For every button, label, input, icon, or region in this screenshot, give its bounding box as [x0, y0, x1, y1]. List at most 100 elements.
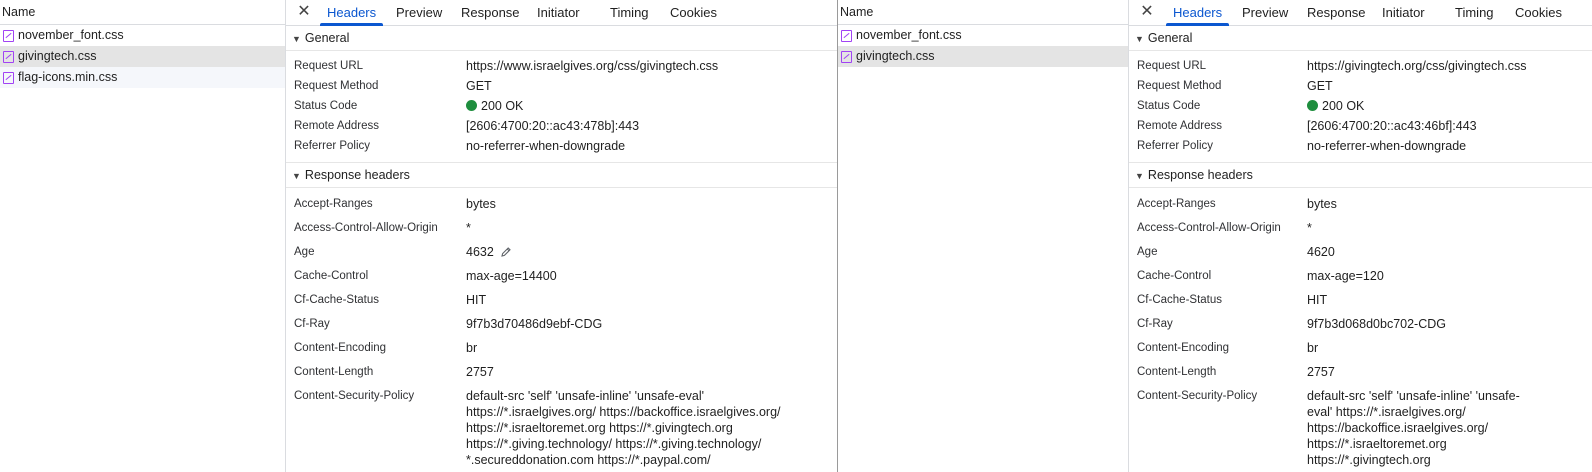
status-text: 200 OK: [1322, 99, 1365, 113]
header-row: Content-Length 2757: [1129, 362, 1592, 386]
header-row: Age 4620: [1129, 242, 1592, 266]
status-ok-icon: [466, 100, 477, 111]
request-list: Name november_font.css givingtech.css fl…: [0, 0, 286, 472]
header-row: Content-Security-Policy default-src 'self…: [1129, 386, 1592, 468]
tab-response[interactable]: Response: [1307, 0, 1366, 25]
header-name: Cf-Ray: [1137, 318, 1173, 330]
header-value: GET: [1307, 79, 1333, 93]
header-row: Content-Encoding br: [1129, 338, 1592, 362]
request-name: givingtech.css: [18, 49, 97, 63]
request-details-panel: ✕ Headers Preview Response Initiator Tim…: [286, 0, 837, 472]
header-row: Referrer Policy no-referrer-when-downgrad…: [1129, 136, 1592, 156]
css-file-icon: [3, 51, 14, 63]
header-value: max-age=120: [1307, 269, 1384, 283]
header-row: Status Code 200 OK: [1129, 96, 1592, 116]
header-value: 9f7b3d068d0bc702-CDG: [1307, 317, 1446, 331]
response-headers-section: Accept-Ranges bytes Access-Control-Allow-…: [1129, 188, 1592, 472]
header-row: Accept-Ranges bytes: [286, 194, 837, 218]
request-row-givingtech[interactable]: givingtech.css: [838, 46, 1128, 67]
header-name: Remote Address: [1137, 120, 1223, 132]
tab-timing[interactable]: Timing: [610, 0, 649, 25]
name-column-header[interactable]: Name: [838, 0, 1128, 25]
header-name: Content-Security-Policy: [294, 390, 415, 402]
header-row: Content-Security-Policy default-src 'self…: [286, 386, 837, 468]
right-devtools-pane: Name november_font.css givingtech.css ✕ …: [837, 0, 1592, 472]
request-name: november_font.css: [18, 28, 124, 42]
header-name: Remote Address: [294, 120, 380, 132]
age-value: 4632: [466, 242, 806, 262]
tab-headers[interactable]: Headers: [319, 0, 384, 26]
header-value: bytes: [1307, 197, 1337, 211]
header-value: bytes: [466, 197, 496, 211]
tab-initiator[interactable]: Initiator: [537, 0, 580, 25]
header-value: 2757: [466, 365, 494, 379]
header-name: Age: [1137, 246, 1158, 258]
close-icon[interactable]: ✕: [1137, 2, 1157, 22]
header-value: default-src 'self' 'unsafe-inline' 'unsa…: [1307, 389, 1520, 467]
tab-timing[interactable]: Timing: [1455, 0, 1494, 25]
header-name: Access-Control-Allow-Origin: [294, 222, 438, 234]
header-name: Request Method: [294, 80, 379, 92]
expand-triangle-icon: ▼: [292, 171, 301, 181]
section-title: Response headers: [1147, 168, 1253, 182]
header-name: Status Code: [1137, 100, 1201, 112]
header-name: Request URL: [1137, 60, 1207, 72]
status-code-value: 200 OK: [1307, 96, 1543, 114]
general-section-header[interactable]: ▼ General: [286, 26, 837, 51]
header-row: Access-Control-Allow-Origin *: [286, 218, 837, 242]
tab-preview[interactable]: Preview: [396, 0, 442, 25]
header-name: Cf-Cache-Status: [294, 294, 380, 306]
pencil-edit-icon[interactable]: [500, 246, 512, 262]
header-row: Request URL https://givingtech.org/css/gi…: [1129, 56, 1592, 76]
request-row-flag-icons[interactable]: flag-icons.min.css: [0, 67, 285, 88]
header-value: https://www.israelgives.org/css/givingte…: [466, 59, 719, 73]
request-row-november-font[interactable]: november_font.css: [838, 25, 1128, 46]
status-code-value: 200 OK: [466, 96, 806, 114]
general-section: Request URL https://givingtech.org/css/gi…: [1129, 51, 1592, 163]
tab-cookies[interactable]: Cookies: [670, 0, 717, 25]
details-tab-bar: ✕ Headers Preview Response Initiator Tim…: [286, 0, 837, 26]
header-row: Status Code 200 OK: [286, 96, 837, 116]
general-section-header[interactable]: ▼ General: [1129, 26, 1592, 51]
section-title: Response headers: [304, 168, 410, 182]
header-value: HIT: [466, 293, 487, 307]
expand-triangle-icon: ▼: [1135, 171, 1144, 181]
header-value: HIT: [1307, 293, 1328, 307]
header-value: [2606:4700:20::ac43:478b]:443: [466, 119, 640, 133]
close-icon[interactable]: ✕: [294, 2, 314, 22]
general-section: Request URL https://www.israelgives.org/c…: [286, 51, 837, 163]
header-value: 9f7b3d70486d9ebf-CDG: [466, 317, 603, 331]
header-row: Age 4632: [286, 242, 837, 266]
response-headers-section-header[interactable]: ▼ Response headers: [286, 163, 837, 188]
response-headers-section-header[interactable]: ▼ Response headers: [1129, 163, 1592, 188]
header-value: https://givingtech.org/css/givingtech.cs…: [1307, 59, 1527, 73]
header-name: Cache-Control: [1137, 270, 1212, 282]
details-tab-bar: ✕ Headers Preview Response Initiator Tim…: [1129, 0, 1592, 26]
header-name: Accept-Ranges: [294, 198, 373, 210]
header-name: Content-Encoding: [1137, 342, 1230, 354]
tab-preview[interactable]: Preview: [1242, 0, 1288, 25]
request-name: november_font.css: [856, 28, 962, 42]
status-ok-icon: [1307, 100, 1318, 111]
header-value: [2606:4700:20::ac43:46bf]:443: [1307, 119, 1477, 133]
header-name: Cf-Ray: [294, 318, 330, 330]
request-row-november-font[interactable]: november_font.css: [0, 25, 285, 46]
request-name: givingtech.css: [856, 49, 935, 63]
expand-triangle-icon: ▼: [292, 34, 301, 44]
css-file-icon: [3, 72, 14, 84]
request-name: flag-icons.min.css: [18, 70, 118, 84]
status-text: 200 OK: [481, 99, 524, 113]
header-value: 4620: [1307, 245, 1335, 259]
header-name: Accept-Ranges: [1137, 198, 1216, 210]
header-row: Access-Control-Allow-Origin *: [1129, 218, 1592, 242]
request-details-panel: ✕ Headers Preview Response Initiator Tim…: [1129, 0, 1592, 472]
tab-cookies[interactable]: Cookies: [1515, 0, 1562, 25]
name-column-header[interactable]: Name: [0, 0, 285, 25]
tab-initiator[interactable]: Initiator: [1382, 0, 1425, 25]
request-list: Name november_font.css givingtech.css: [838, 0, 1129, 472]
header-value: br: [1307, 341, 1319, 355]
tab-response[interactable]: Response: [461, 0, 520, 25]
request-row-givingtech[interactable]: givingtech.css: [0, 46, 285, 67]
header-value: no-referrer-when-downgrade: [466, 139, 626, 153]
tab-headers[interactable]: Headers: [1165, 0, 1230, 26]
